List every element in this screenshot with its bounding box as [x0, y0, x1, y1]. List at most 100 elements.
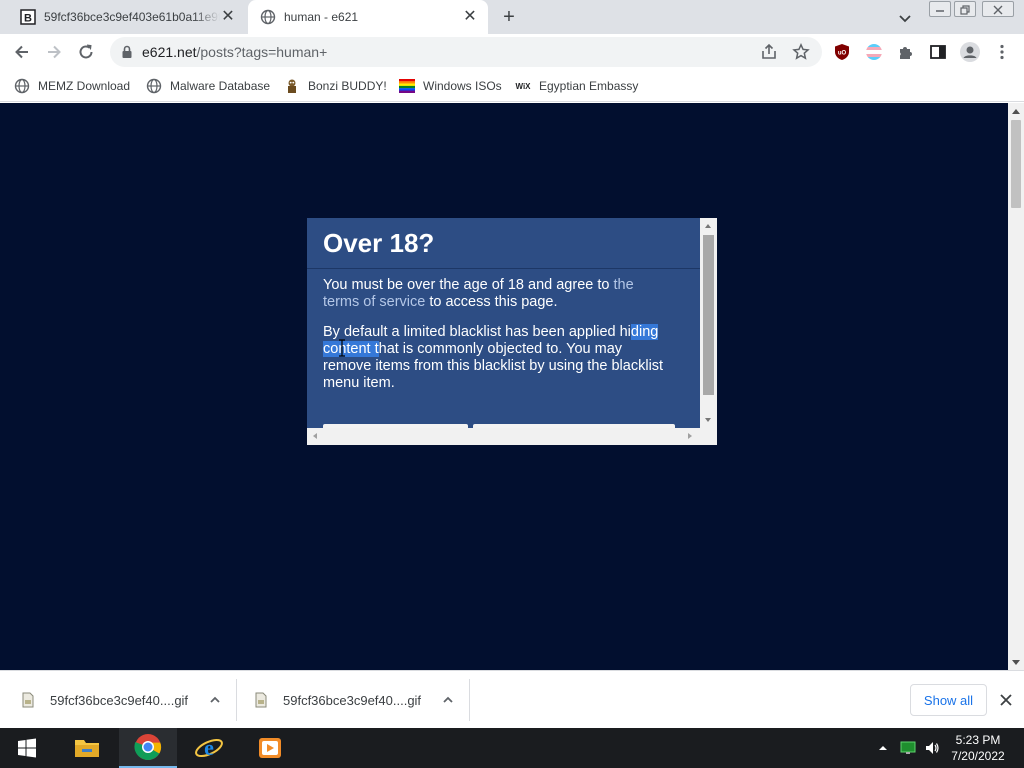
bookmark-memz-download[interactable]: MEMZ Download — [14, 76, 130, 96]
age-verification-dialog: Over 18? You must be over the age of 18 … — [307, 218, 717, 445]
divider — [469, 679, 470, 721]
close-tab-icon[interactable]: ✕ — [462, 9, 478, 25]
profile-avatar-icon[interactable] — [960, 42, 980, 62]
page-vertical-scrollbar[interactable] — [1008, 103, 1024, 670]
minimize-button[interactable] — [929, 1, 951, 17]
bonzi-b-icon: B — [20, 9, 36, 25]
tab-search-chevron-icon[interactable] — [896, 9, 914, 27]
close-downloads-icon[interactable] — [998, 692, 1014, 708]
network-icon[interactable] — [900, 740, 916, 756]
windows-taskbar: e 5:23 PM 7/20/2022 — [0, 728, 1024, 768]
divider — [236, 679, 237, 721]
file-explorer-icon — [75, 740, 99, 757]
close-tab-icon[interactable]: ✕ — [220, 9, 236, 25]
bonzi-icon — [284, 78, 300, 94]
url-path: /posts?tags=human+ — [196, 44, 328, 60]
reload-button[interactable] — [75, 41, 97, 63]
address-bar[interactable]: e621.net/posts?tags=human+ — [110, 37, 822, 67]
taskbar-file-explorer[interactable] — [58, 728, 116, 768]
download-item[interactable]: 59fcf36bce3c9ef40....gif — [20, 671, 222, 729]
tab-download-gif[interactable]: B 59fcf36bce3c9ef403e61b0a11e9f ✕ — [8, 0, 246, 34]
windows-logo-icon — [18, 738, 36, 758]
dialog-paragraph-blacklist: By default a limited blacklist has been … — [323, 324, 673, 392]
show-all-button[interactable]: Show all — [910, 684, 987, 716]
gif-file-icon — [22, 692, 34, 708]
tab-title: 59fcf36bce3c9ef403e61b0a11e9f — [44, 10, 220, 24]
browser-toolbar: e621.net/posts?tags=human+ uO — [0, 34, 1024, 70]
ublock-origin-icon[interactable]: uO — [833, 43, 851, 61]
dialog-horizontal-scrollbar[interactable] — [307, 428, 700, 445]
tab-title: human - e621 — [284, 10, 359, 24]
dialog-text: By default a limited blacklist has been … — [323, 324, 631, 340]
rainbow-flag-icon — [399, 78, 415, 94]
scroll-thumb[interactable] — [703, 235, 714, 395]
chevron-up-icon[interactable] — [208, 693, 222, 707]
wix-icon: WiX — [515, 78, 531, 94]
bookmark-label: Bonzi BUDDY! — [308, 79, 387, 93]
dialog-vertical-scrollbar[interactable] — [700, 218, 717, 428]
clock-time: 5:23 PM — [955, 733, 1001, 747]
scroll-down-arrow-icon[interactable] — [705, 418, 711, 422]
dialog-text: to access this page. — [425, 294, 558, 310]
download-filename: 59fcf36bce3c9ef40....gif — [50, 692, 189, 708]
share-icon[interactable] — [760, 43, 778, 61]
trans-flag-extension-icon[interactable] — [865, 43, 883, 61]
close-window-button[interactable] — [982, 1, 1014, 17]
text-cursor-icon — [339, 339, 345, 357]
bookmark-label: MEMZ Download — [38, 79, 131, 93]
reload-icon — [79, 44, 93, 59]
bookmark-label: Malware Database — [170, 79, 271, 93]
menu-kebab-icon[interactable] — [993, 43, 1011, 61]
back-button[interactable] — [11, 41, 33, 63]
scroll-up-arrow-icon[interactable] — [1012, 109, 1020, 114]
arrow-left-icon — [15, 45, 28, 59]
dialog-title: Over 18? — [323, 228, 435, 258]
taskbar-chrome[interactable] — [119, 728, 177, 768]
dialog-paragraph-terms: You must be over the age of 18 and agree… — [323, 277, 673, 311]
chevron-up-icon[interactable] — [441, 693, 455, 707]
lock-icon[interactable] — [121, 45, 133, 64]
forward-button[interactable] — [43, 41, 65, 63]
dialog-content: Over 18? You must be over the age of 18 … — [307, 218, 700, 428]
start-button[interactable] — [0, 728, 54, 768]
tab-human-e621[interactable]: human - e621 ✕ — [248, 0, 488, 34]
globe-icon — [260, 9, 276, 25]
taskbar-internet-explorer[interactable]: e — [180, 728, 238, 768]
scroll-left-arrow-icon[interactable] — [313, 433, 317, 439]
side-panel-icon[interactable] — [929, 43, 947, 61]
downloads-bar: 59fcf36bce3c9ef40....gif 59fcf36bce3c9ef… — [0, 670, 1024, 728]
svg-text:e: e — [204, 735, 214, 760]
bookmark-egyptian-embassy[interactable]: WiX Egyptian Embassy — [515, 76, 638, 96]
show-hidden-icons-chevron-icon[interactable] — [875, 740, 891, 756]
gif-file-icon — [255, 692, 267, 708]
bookmark-bonzi-buddy[interactable]: Bonzi BUDDY! — [284, 76, 387, 96]
taskbar-media-player[interactable] — [241, 728, 299, 768]
new-tab-button[interactable]: + — [498, 7, 520, 29]
svg-text:WiX: WiX — [515, 82, 531, 91]
download-filename: 59fcf36bce3c9ef40....gif — [283, 692, 422, 708]
dialog-text: You must be over the age of 18 and agree… — [323, 277, 614, 293]
scroll-right-arrow-icon[interactable] — [688, 433, 692, 439]
restore-button[interactable] — [954, 1, 976, 17]
url-text: e621.net/posts?tags=human+ — [142, 44, 327, 60]
chrome-icon — [134, 734, 162, 761]
scroll-down-arrow-icon[interactable] — [1012, 660, 1020, 665]
url-host: e621.net — [142, 44, 197, 60]
page-content: Over 18? You must be over the age of 18 … — [0, 103, 1008, 670]
tab-strip: B 59fcf36bce3c9ef403e61b0a11e9f ✕ human … — [0, 0, 1024, 34]
clock-date: 7/20/2022 — [951, 749, 1005, 763]
bookmark-label: Egyptian Embassy — [539, 79, 639, 93]
volume-icon[interactable] — [924, 740, 940, 756]
system-clock[interactable]: 5:23 PM 7/20/2022 — [944, 732, 1012, 764]
extensions-puzzle-icon[interactable] — [897, 43, 915, 61]
bookmark-star-icon[interactable] — [792, 42, 810, 61]
download-item[interactable]: 59fcf36bce3c9ef40....gif — [253, 671, 455, 729]
globe-icon — [14, 78, 30, 94]
bookmark-label: Windows ISOs — [423, 79, 502, 93]
bookmark-malware-database[interactable]: Malware Database — [146, 76, 270, 96]
scroll-thumb[interactable] — [1011, 120, 1021, 208]
svg-text:uO: uO — [838, 51, 847, 57]
svg-text:B: B — [24, 13, 32, 25]
scroll-up-arrow-icon[interactable] — [705, 224, 711, 228]
bookmark-windows-isos[interactable]: Windows ISOs — [399, 76, 502, 96]
